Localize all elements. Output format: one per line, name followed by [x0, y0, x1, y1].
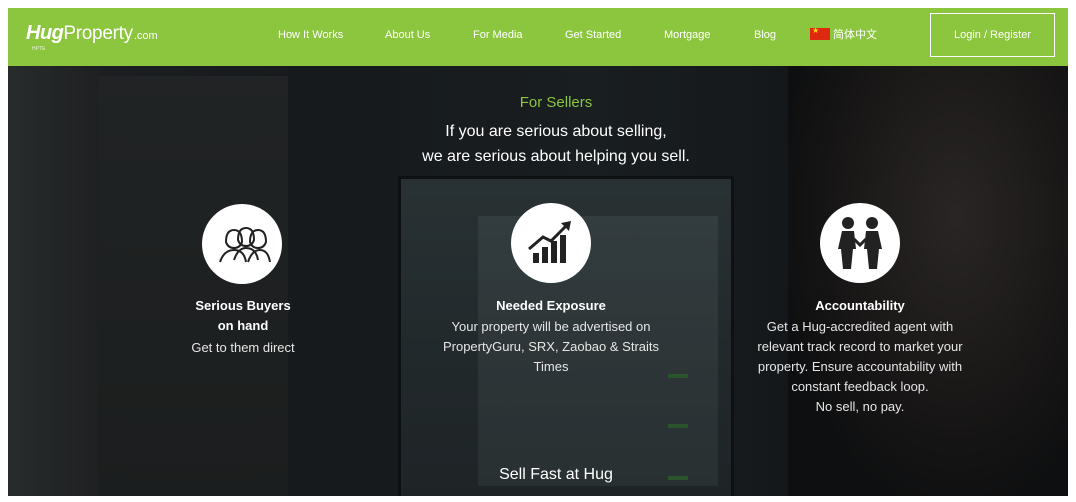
- feature-desc-needed-exposure: Your property will be advertised on Prop…: [406, 317, 696, 377]
- feature-desc-accountability: Get a Hug-accredited agent with relevant…: [715, 317, 1005, 417]
- hero-section: For Sellers If you are serious about sel…: [8, 66, 1068, 496]
- language-switcher[interactable]: 简体中文: [810, 26, 877, 42]
- feature-desc-line: relevant track record to market your: [757, 339, 963, 354]
- feature-desc-line: constant feedback loop.: [791, 379, 929, 394]
- nav-blog[interactable]: Blog: [754, 29, 776, 41]
- feature-desc-line: property. Ensure accountability with: [757, 359, 963, 374]
- nav-about-us[interactable]: About Us: [385, 29, 430, 41]
- nav-how-it-works[interactable]: How It Works: [278, 29, 343, 41]
- feature-title-line: Accountability: [815, 298, 905, 313]
- feature-title-line: Serious Buyers: [195, 298, 291, 313]
- logo-domain-text: .com: [133, 30, 158, 42]
- login-register-button[interactable]: Login / Register: [930, 13, 1055, 57]
- headline-line-1: If you are serious about selling,: [445, 123, 667, 140]
- hugproperty-logo[interactable]: Hug Property .com HPTE: [26, 22, 158, 52]
- nav-get-started[interactable]: Get Started: [565, 29, 621, 41]
- feature-desc-line: Times: [533, 359, 569, 374]
- language-label: 简体中文: [833, 29, 877, 41]
- logo-subtext: HPTE: [32, 46, 46, 52]
- feature-title-line: Needed Exposure: [496, 298, 606, 313]
- feature-title-needed-exposure: Needed Exposure: [406, 296, 696, 316]
- feature-desc-line: No sell, no pay.: [815, 399, 905, 414]
- section-eyebrow: For Sellers: [519, 94, 593, 111]
- headline-line-2: we are serious about helping you sell.: [422, 148, 690, 165]
- feature-title-accountability: Accountability: [715, 296, 1005, 316]
- china-flag-icon: [810, 26, 830, 40]
- growth-chart-icon: [511, 203, 591, 283]
- nav-mortgage[interactable]: Mortgage: [664, 29, 710, 41]
- logo-property-text: Property: [63, 23, 133, 44]
- login-register-label: Login / Register: [953, 29, 1032, 41]
- feature-desc-line: Get to them direct: [191, 340, 295, 355]
- feature-desc-serious-buyers: Get to them direct: [143, 338, 343, 358]
- people-group-icon: [202, 204, 282, 284]
- handshake-icon: [820, 203, 900, 283]
- feature-title-serious-buyers: Serious Buyers on hand: [143, 296, 343, 336]
- page-frame: Hug Property .com HPTE How It Works Abou…: [8, 8, 1068, 496]
- sell-fast-tagline: Sell Fast at Hug: [499, 466, 613, 483]
- logo-hug-text: Hug: [26, 22, 64, 44]
- nav-for-media[interactable]: For Media: [473, 29, 523, 41]
- top-navbar: Hug Property .com HPTE How It Works Abou…: [8, 8, 1068, 66]
- feature-title-line: on hand: [217, 318, 269, 333]
- feature-desc-line: Get a Hug-accredited agent with: [766, 319, 954, 334]
- feature-desc-line: PropertyGuru, SRX, Zaobao & Straits: [442, 339, 660, 354]
- feature-desc-line: Your property will be advertised on: [451, 319, 651, 334]
